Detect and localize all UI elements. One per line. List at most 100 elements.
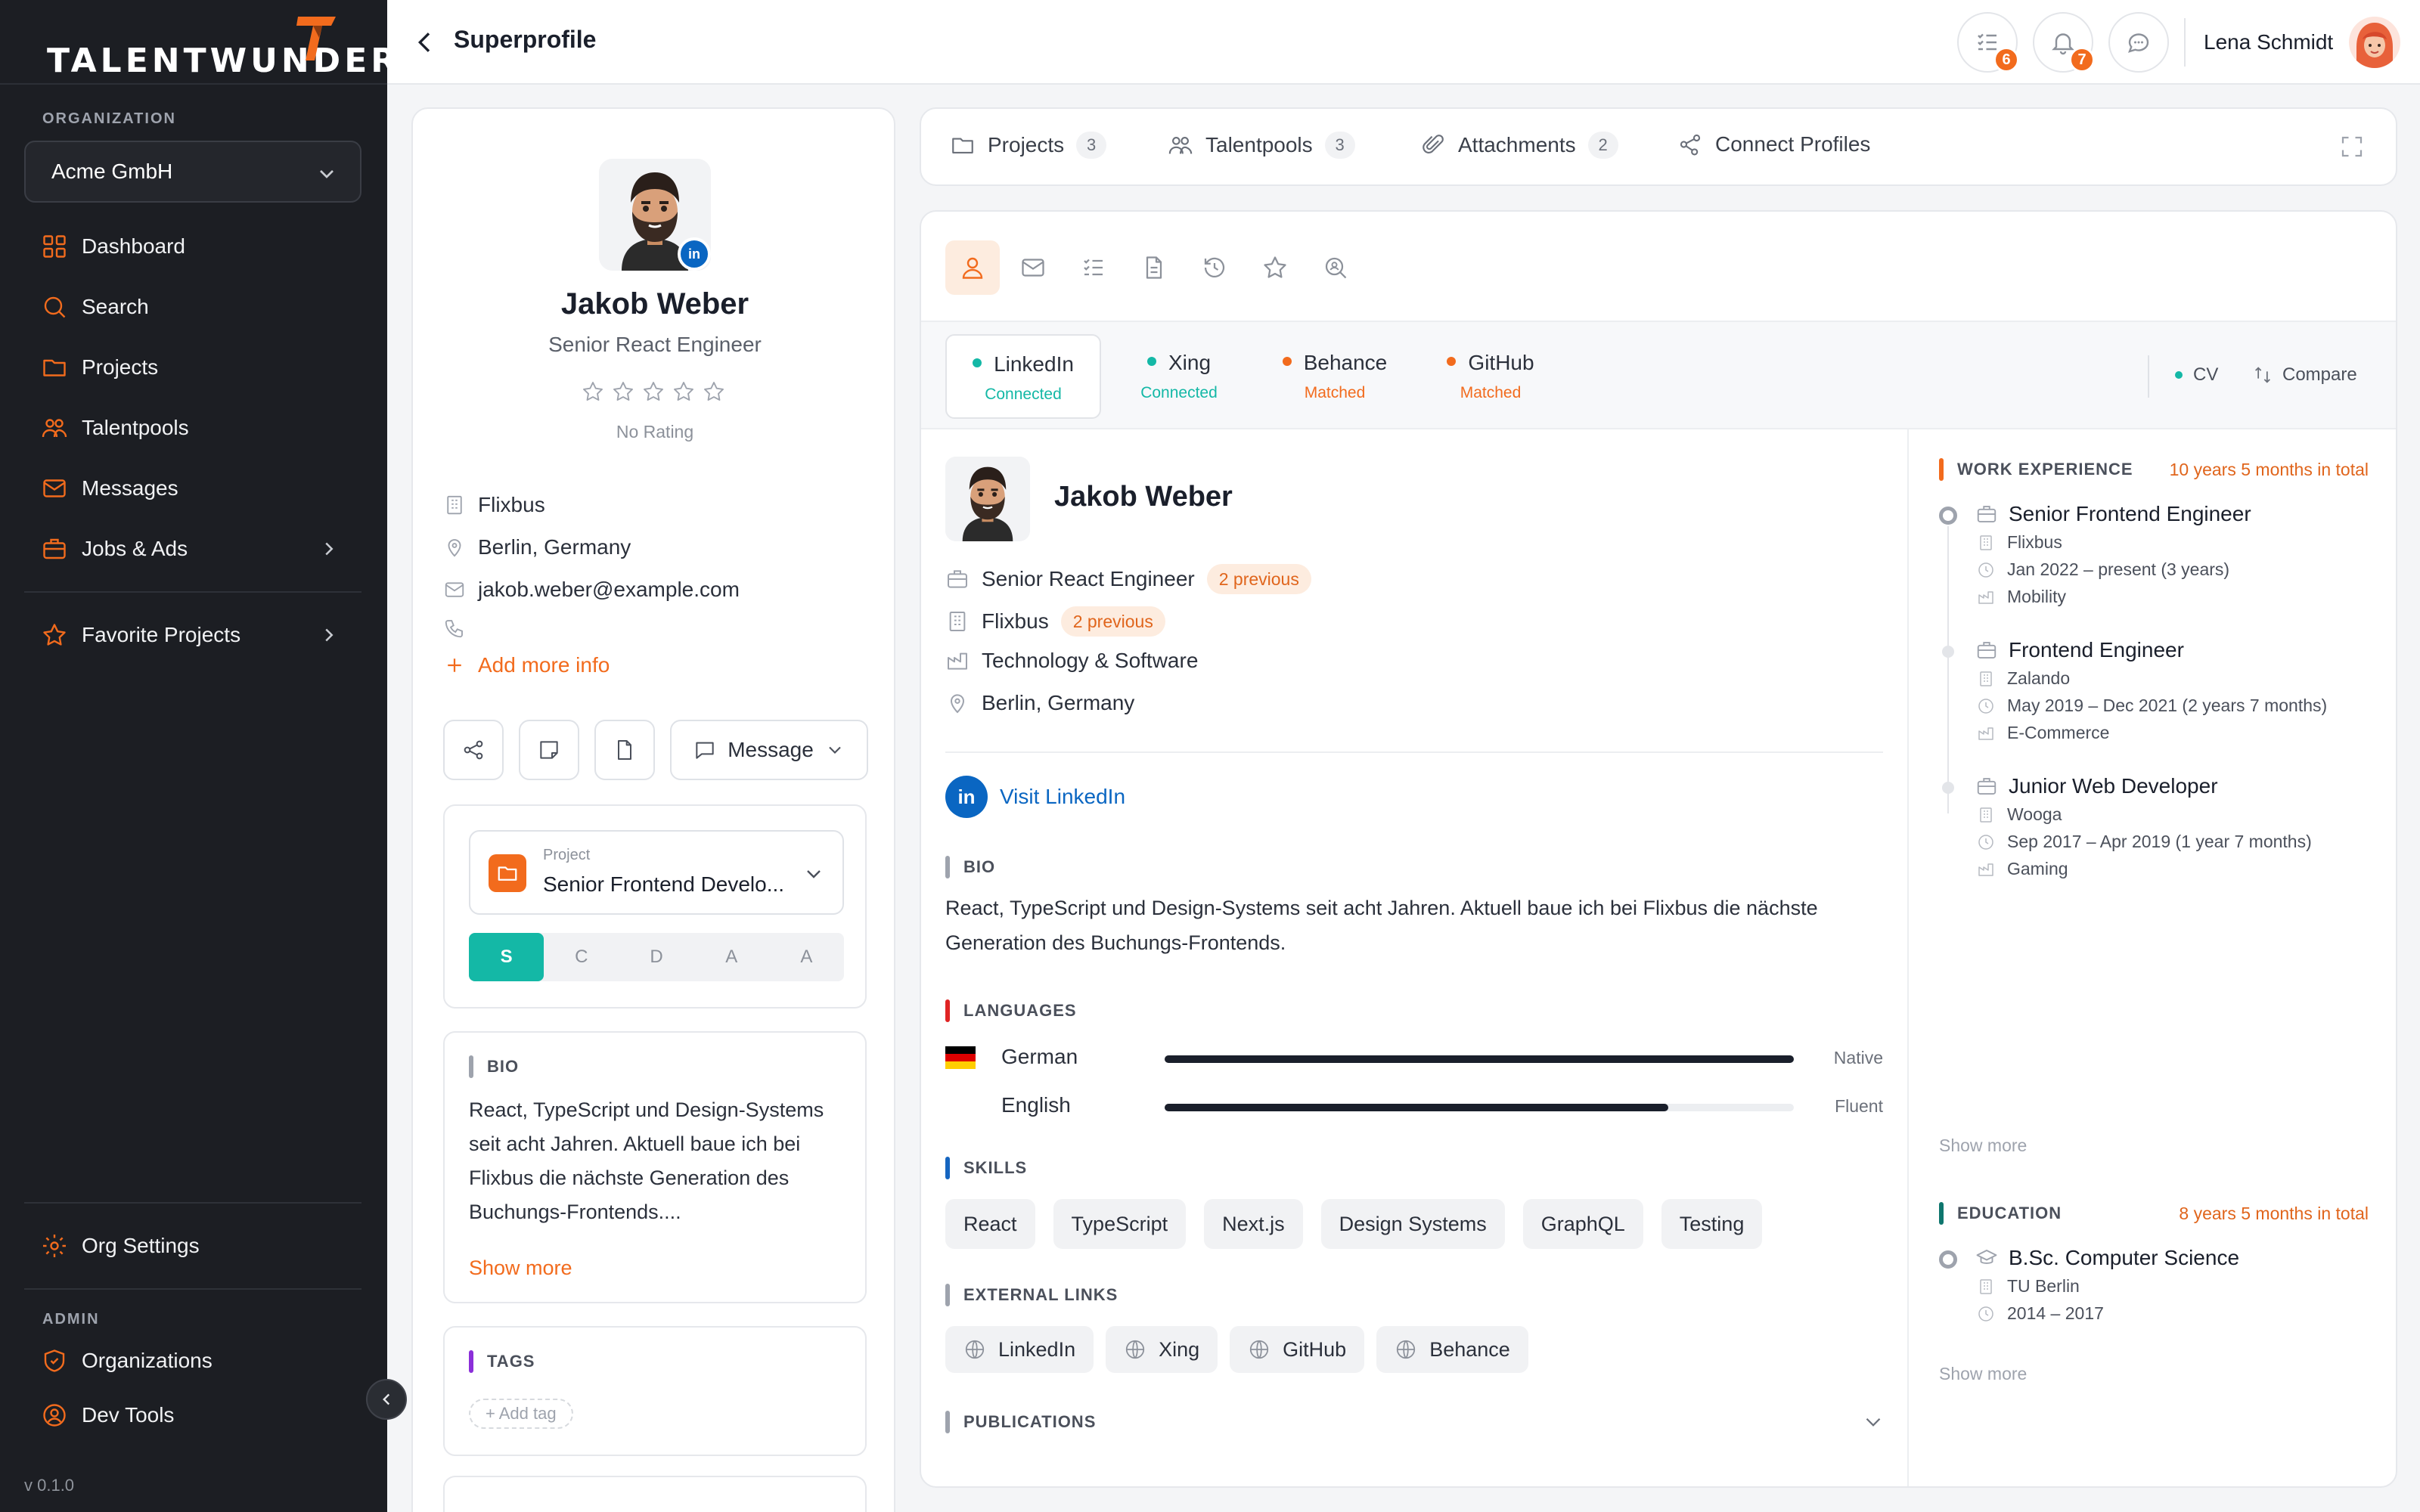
nav-talentpools[interactable]: Talentpools: [41, 407, 189, 449]
star-icon[interactable]: [672, 380, 696, 404]
user-avatar[interactable]: [2349, 17, 2400, 68]
phone-row[interactable]: [443, 617, 478, 640]
stage-option[interactable]: D: [619, 933, 693, 981]
nav-organizations[interactable]: Organizations: [41, 1340, 213, 1382]
previous-companies-pill[interactable]: 2 previous: [1060, 606, 1165, 637]
back-arrow-icon[interactable]: [410, 27, 440, 57]
tab-connect-profiles[interactable]: Connect Profiles: [1677, 132, 1870, 157]
note-button[interactable]: [519, 720, 579, 780]
detail-bio-text: React, TypeScript und Design-Systems sei…: [945, 897, 1818, 954]
rating-stars[interactable]: [581, 380, 726, 404]
stage-option[interactable]: A: [769, 933, 844, 981]
tab-history[interactable]: [1187, 240, 1242, 295]
source-linkedin[interactable]: LinkedIn Connected: [945, 334, 1101, 419]
previous-positions-pill[interactable]: 2 previous: [1206, 564, 1311, 594]
expand-icon[interactable]: [2338, 133, 2366, 160]
compare-button[interactable]: Compare: [2252, 364, 2357, 386]
message-label: Message: [728, 738, 814, 761]
education-total: 8 years 5 months in total: [2179, 1204, 2369, 1223]
work-title: Junior Web Developer: [2009, 774, 2218, 798]
source-behance[interactable]: Behance Matched: [1257, 334, 1413, 419]
star-icon[interactable]: [611, 380, 635, 404]
tab-attachments[interactable]: Attachments 2: [1420, 132, 1618, 159]
org-select[interactable]: Acme GmbH: [24, 141, 361, 203]
skill-chip[interactable]: React: [945, 1199, 1035, 1249]
education-show-more-link[interactable]: Show more: [1939, 1364, 2027, 1384]
skill-chip[interactable]: GraphQL: [1522, 1199, 1643, 1249]
skill-chip[interactable]: Next.js: [1204, 1199, 1303, 1249]
linkedin-icon: in: [945, 776, 988, 818]
visit-linkedin-link[interactable]: in Visit LinkedIn: [945, 776, 1125, 818]
tab-messages[interactable]: [1006, 240, 1060, 295]
paperclip-icon: [1423, 135, 1444, 153]
notifications-button[interactable]: 7: [2033, 12, 2095, 73]
external-link-behance[interactable]: Behance: [1376, 1326, 1528, 1373]
users-icon: [1168, 137, 1193, 154]
source-github[interactable]: GitHub Matched: [1413, 334, 1568, 419]
project-select[interactable]: Project Senior Frontend Develo...: [469, 830, 844, 915]
chevron-down-icon: [807, 870, 821, 878]
skill-chip[interactable]: Testing: [1661, 1199, 1763, 1249]
nav-messages[interactable]: Messages: [41, 467, 178, 510]
star-icon[interactable]: [702, 380, 726, 404]
german-flag-icon: [945, 1046, 976, 1069]
tab-research[interactable]: [1308, 240, 1363, 295]
stage-option[interactable]: S: [469, 933, 544, 981]
sidebar: TALENTWUNDER ORGANIZATION Acme GmbH Dash…: [0, 0, 396, 1512]
brand-logo[interactable]: TALENTWUNDER: [47, 15, 400, 80]
tags-heading: TAGS: [469, 1350, 535, 1373]
sticky-note-icon: [540, 741, 558, 759]
language-proficiency-fill: [1165, 1104, 1668, 1111]
chevron-down-icon[interactable]: [1860, 1409, 1886, 1435]
nav-label: Favorite Projects: [82, 623, 241, 646]
nav-label: Org Settings: [82, 1234, 200, 1257]
document-button[interactable]: [594, 720, 655, 780]
nav-dev-tools[interactable]: Dev Tools: [41, 1394, 174, 1436]
external-link-github[interactable]: GitHub: [1230, 1326, 1365, 1373]
tab-tasks[interactable]: [1066, 240, 1121, 295]
skill-chip[interactable]: TypeScript: [1053, 1199, 1187, 1249]
message-dropdown-button[interactable]: Message: [670, 720, 868, 780]
tab-documents[interactable]: [1127, 240, 1181, 295]
tab-count: 2: [1587, 132, 1618, 159]
education-title: B.Sc. Computer Science: [2009, 1246, 2240, 1269]
globe-icon: [1250, 1340, 1269, 1359]
email-row[interactable]: jakob.weber@example.com: [443, 578, 740, 602]
nav-jobs-ads[interactable]: Jobs & Ads: [41, 528, 343, 570]
nav-search[interactable]: Search: [41, 286, 149, 328]
star-icon[interactable]: [581, 380, 605, 404]
gear-icon: [43, 1235, 66, 1257]
nav-dashboard[interactable]: Dashboard: [41, 225, 185, 268]
brand-name: TALENTWUNDER: [47, 42, 401, 80]
share-button[interactable]: [443, 720, 504, 780]
add-tag-button[interactable]: + Add tag: [469, 1399, 573, 1429]
external-link-xing[interactable]: Xing: [1106, 1326, 1218, 1373]
user-name[interactable]: Lena Schmidt: [2204, 30, 2333, 54]
page-title: Superprofile: [454, 26, 597, 53]
skill-chip[interactable]: Design Systems: [1320, 1199, 1505, 1249]
building-icon: [949, 612, 966, 631]
tab-projects[interactable]: Projects 3: [950, 132, 1107, 159]
stage-option[interactable]: A: [694, 933, 769, 981]
publications-heading[interactable]: PUBLICATIONS: [945, 1411, 1096, 1433]
star-icon[interactable]: [641, 380, 666, 404]
tab-favorites[interactable]: [1248, 240, 1302, 295]
add-more-info-link[interactable]: Add more info: [443, 653, 610, 677]
work-show-more-link[interactable]: Show more: [1939, 1136, 2027, 1156]
tasks-button[interactable]: 6: [1957, 12, 2019, 73]
plus-icon: [448, 658, 461, 672]
stage-option[interactable]: C: [544, 933, 619, 981]
tab-talentpools[interactable]: Talentpools 3: [1168, 132, 1355, 159]
collapse-sidebar-button[interactable]: [366, 1379, 407, 1420]
nav-org-settings[interactable]: Org Settings: [41, 1225, 200, 1267]
nav-favorite-projects[interactable]: Favorite Projects: [41, 614, 343, 656]
external-link-linkedin[interactable]: LinkedIn: [945, 1326, 1094, 1373]
cv-button[interactable]: CV: [2175, 364, 2218, 386]
chat-button[interactable]: [2108, 12, 2169, 73]
source-xing[interactable]: Xing Connected: [1101, 334, 1257, 419]
timeline-line: [1947, 526, 1949, 813]
bio-show-more-link[interactable]: Show more: [469, 1256, 572, 1280]
building-icon: [1980, 534, 1992, 550]
nav-projects[interactable]: Projects: [41, 346, 158, 389]
tab-profile[interactable]: [945, 240, 1000, 295]
